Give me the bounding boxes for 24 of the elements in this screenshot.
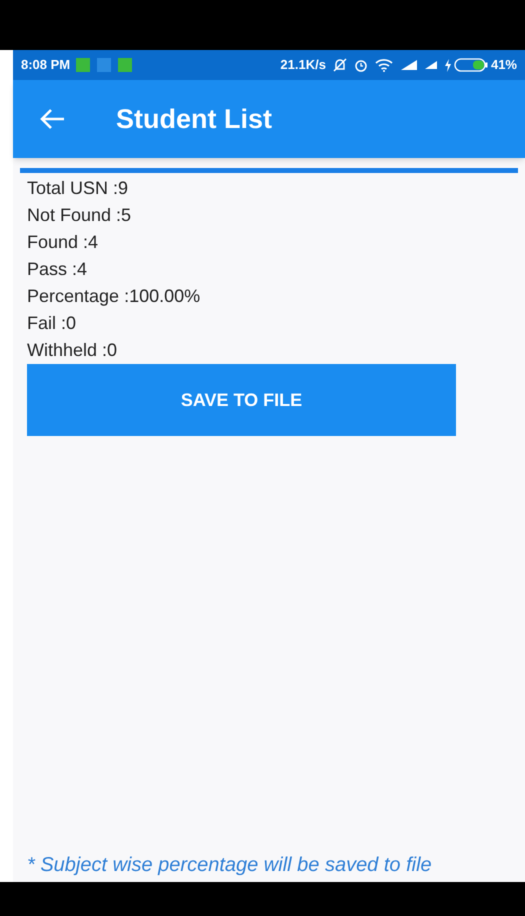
app-notification-icon (97, 58, 112, 72)
signal-icon (400, 59, 418, 71)
wifi-icon (374, 58, 393, 72)
network-speed: 21.1K/s (280, 56, 326, 74)
battery-icon (454, 58, 488, 72)
screen-title: Student List (116, 102, 272, 136)
stat-line: Total USN :9 (27, 177, 130, 200)
back-arrow-icon (40, 108, 66, 130)
battery-percentage: 41% (490, 56, 517, 74)
stat-line: Withheld :0 (27, 339, 118, 362)
stat-line: Not Found :5 (27, 204, 132, 227)
stat-line: Pass :4 (27, 258, 88, 281)
alarm-clock-icon (354, 58, 368, 72)
stat-line: Percentage :100.00% (27, 285, 202, 308)
status-time: 8:08 PM (21, 56, 70, 74)
footnote: * Subject wise percentage will be saved to file (26, 853, 433, 878)
charging-bolt-icon (444, 58, 452, 72)
muted-bell-icon (332, 58, 348, 72)
save-to-file-button[interactable]: SAVE TO FILE (27, 364, 456, 436)
stat-line: Fail :0 (27, 312, 78, 335)
app-notification-icon (118, 58, 132, 72)
stat-line: Found :4 (27, 231, 100, 254)
app-notification-icon (76, 58, 90, 72)
signal-icon (424, 60, 438, 70)
